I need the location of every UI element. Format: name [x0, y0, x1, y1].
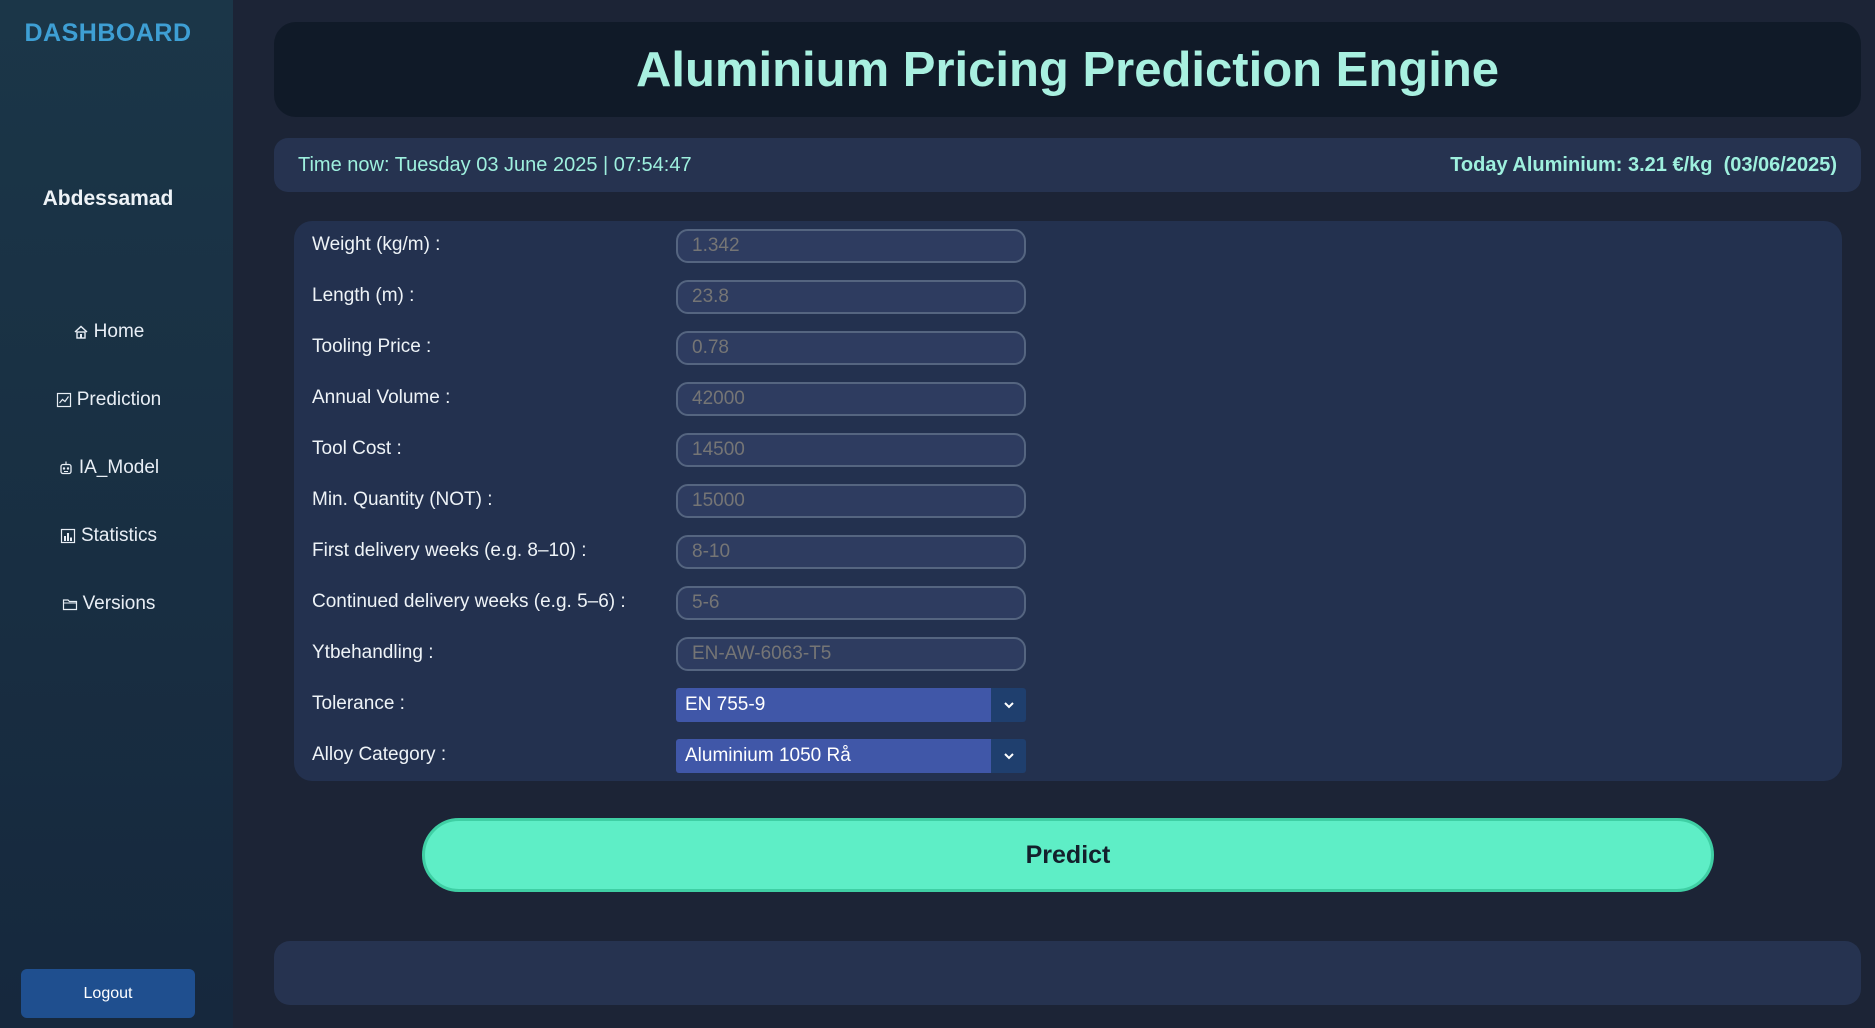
- tolerance-selected-value: EN 755-9: [676, 688, 991, 722]
- house-icon: [72, 323, 90, 341]
- sidebar-item-label: Prediction: [76, 389, 162, 410]
- first-delivery-label: First delivery weeks (e.g. 8–10) :: [312, 540, 587, 561]
- weight-input[interactable]: [676, 229, 1026, 263]
- form-row-weight: Weight (kg/m) :: [294, 229, 1842, 263]
- form-row-ytbehandling: Ytbehandling :: [294, 637, 1842, 671]
- predict-button[interactable]: Predict: [422, 818, 1714, 892]
- sidebar-item-label: Statistics: [80, 525, 158, 546]
- ytbehandling-label: Ytbehandling :: [312, 642, 434, 663]
- alloy-category-selected-value: Aluminium 1050 Rå: [676, 739, 991, 773]
- tooling-price-input[interactable]: [676, 331, 1026, 365]
- time-now-text: Time now: Tuesday 03 June 2025 | 07:54:4…: [298, 153, 692, 176]
- dashboard-brand: DASHBOARD: [24, 19, 192, 47]
- page-title: Aluminium Pricing Prediction Engine: [635, 42, 1500, 97]
- tolerance-label: Tolerance :: [312, 693, 405, 714]
- chevron-down-icon[interactable]: [991, 739, 1026, 773]
- sidebar-item-prediction[interactable]: Prediction: [0, 380, 216, 420]
- logout-button[interactable]: Logout: [21, 969, 195, 1018]
- sidebar-item-versions[interactable]: Versions: [0, 584, 216, 624]
- sidebar-item-label: Versions: [82, 593, 156, 614]
- today-aluminium-price: Today Aluminium: 3.21 €/kg (03/06/2025): [1450, 153, 1837, 176]
- form-row-first-delivery: First delivery weeks (e.g. 8–10) :: [294, 535, 1842, 569]
- form-panel: Weight (kg/m) : Length (m) : Tooling Pri…: [294, 221, 1842, 781]
- first-delivery-input[interactable]: [676, 535, 1026, 569]
- form-row-min-quantity: Min. Quantity (NOT) :: [294, 484, 1842, 518]
- sidebar-item-label: Home: [93, 321, 145, 342]
- alloy-category-select[interactable]: Aluminium 1050 Rå: [676, 739, 1026, 773]
- sidebar: DASHBOARD Abdessamad Home Prediction IA_…: [0, 0, 233, 1028]
- sidebar-item-statistics[interactable]: Statistics: [0, 516, 216, 556]
- tooling-price-label: Tooling Price :: [312, 336, 432, 357]
- tool-cost-label: Tool Cost :: [312, 438, 402, 459]
- continued-delivery-label: Continued delivery weeks (e.g. 5–6) :: [312, 591, 626, 612]
- robot-icon: [57, 459, 75, 477]
- chart-icon: [55, 391, 73, 409]
- username: Abdessamad: [42, 187, 174, 210]
- form-row-annual-volume: Annual Volume :: [294, 382, 1842, 416]
- info-bar: Time now: Tuesday 03 June 2025 | 07:54:4…: [274, 138, 1861, 192]
- alloy-category-label: Alloy Category :: [312, 744, 447, 765]
- form-row-alloy-category: Alloy Category : Aluminium 1050 Rå: [294, 739, 1842, 773]
- form-row-tolerance: Tolerance : EN 755-9: [294, 688, 1842, 722]
- chevron-down-icon[interactable]: [991, 688, 1026, 722]
- result-panel: [274, 941, 1861, 1005]
- sidebar-item-ia-model[interactable]: IA_Model: [0, 448, 216, 488]
- min-quantity-label: Min. Quantity (NOT) :: [312, 489, 493, 510]
- length-label: Length (m) :: [312, 285, 415, 306]
- form-row-tooling-price: Tooling Price :: [294, 331, 1842, 365]
- length-input[interactable]: [676, 280, 1026, 314]
- sidebar-item-label: IA_Model: [78, 457, 160, 478]
- continued-delivery-input[interactable]: [676, 586, 1026, 620]
- annual-volume-input[interactable]: [676, 382, 1026, 416]
- annual-volume-label: Annual Volume :: [312, 387, 451, 408]
- tolerance-select[interactable]: EN 755-9: [676, 688, 1026, 722]
- form-row-tool-cost: Tool Cost :: [294, 433, 1842, 467]
- tool-cost-input[interactable]: [676, 433, 1026, 467]
- form-row-length: Length (m) :: [294, 280, 1842, 314]
- folder-icon: [61, 595, 79, 613]
- weight-label: Weight (kg/m) :: [312, 234, 441, 255]
- bar-chart-icon: [59, 527, 77, 545]
- sidebar-item-home[interactable]: Home: [0, 312, 216, 352]
- title-bar: Aluminium Pricing Prediction Engine: [274, 22, 1861, 117]
- ytbehandling-input[interactable]: [676, 637, 1026, 671]
- min-quantity-input[interactable]: [676, 484, 1026, 518]
- form-row-continued-delivery: Continued delivery weeks (e.g. 5–6) :: [294, 586, 1842, 620]
